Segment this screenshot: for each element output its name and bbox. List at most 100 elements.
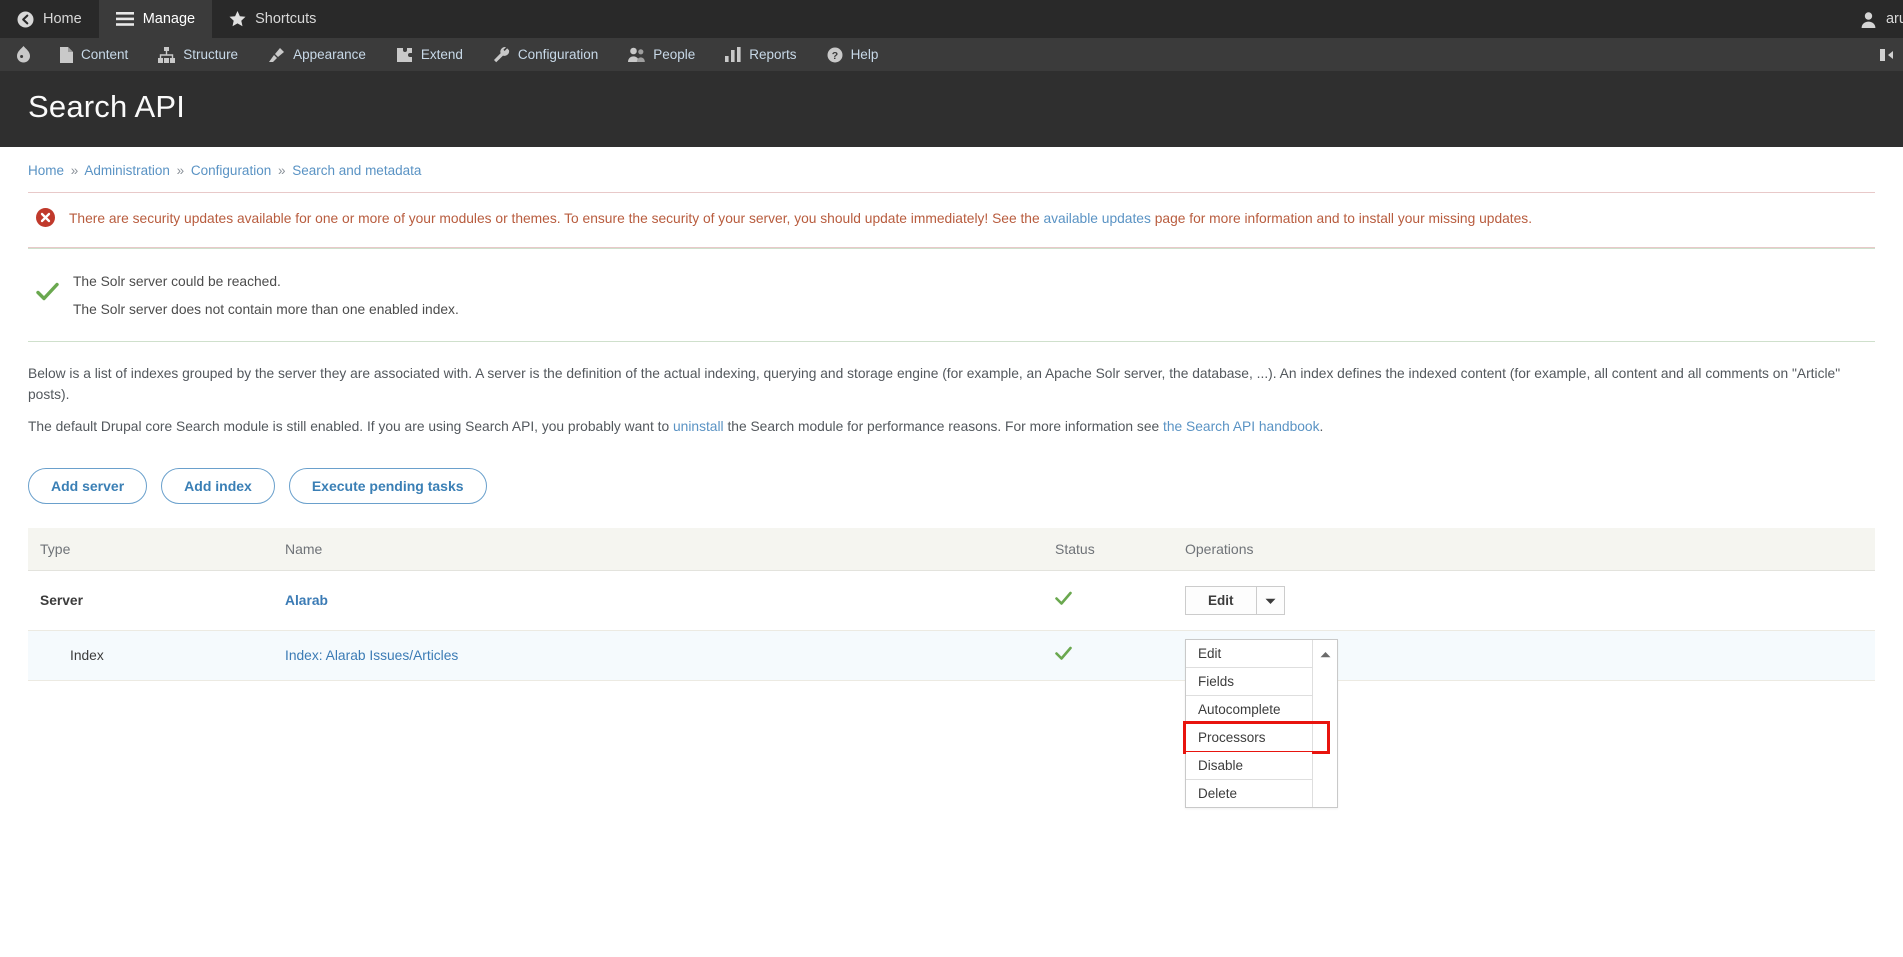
row-status-server: [1043, 570, 1173, 632]
row-name-server: Alarab: [273, 570, 1043, 632]
search-api-handbook-link[interactable]: the Search API handbook: [1163, 419, 1319, 434]
admin-toolbar: Home Manage Shortcuts arun: [0, 0, 1903, 38]
breadcrumb-separator: »: [70, 163, 79, 178]
breadcrumb-item-home[interactable]: Home: [28, 163, 64, 178]
row-operations-server: Edit: [1173, 570, 1875, 632]
server-name-link[interactable]: Alarab: [285, 593, 328, 608]
column-header-name: Name: [273, 528, 1043, 572]
security-updates-error-text: There are security updates available for…: [69, 207, 1532, 229]
menu-item-configuration[interactable]: Configuration: [478, 38, 613, 71]
menu-item-help[interactable]: ? Help: [812, 38, 894, 71]
solr-status-lines: The Solr server could be reached. The So…: [73, 267, 459, 323]
star-icon: [229, 11, 246, 27]
breadcrumb-item-administration[interactable]: Administration: [84, 163, 170, 178]
dropdown-item-processors[interactable]: Processors: [1183, 721, 1330, 755]
intro-p2-middle: the Search module for performance reason…: [723, 418, 1164, 434]
wrench-icon: [493, 46, 510, 63]
toolbar-user-label: arun: [1885, 11, 1903, 27]
breadcrumb-item-configuration[interactable]: Configuration: [191, 163, 271, 178]
dropdown-panel: Edit Fields Autocomplete Processors Disa…: [1183, 639, 1338, 809]
row-status-index: [1043, 630, 1173, 682]
toolbar-manage-button[interactable]: Manage: [98, 0, 213, 38]
page-title: Search API: [28, 89, 186, 124]
table-row: Index Index: Alarab Issues/Articles Edit: [28, 630, 1875, 809]
question-mark-icon: ?: [827, 47, 843, 63]
intro-paragraph-2: The default Drupal core Search module is…: [28, 415, 1875, 440]
solr-status-message: The Solr server could be reached. The So…: [28, 248, 1875, 343]
menu-item-reports[interactable]: Reports: [710, 38, 811, 71]
menu-item-appearance[interactable]: Appearance: [253, 38, 381, 71]
bar-chart-icon: [725, 47, 741, 62]
hamburger-menu-icon: [115, 12, 134, 26]
toolbar-user-button[interactable]: arun: [1860, 0, 1903, 38]
menu-item-structure[interactable]: Structure: [143, 38, 253, 71]
column-header-type: Type: [28, 528, 273, 572]
execute-pending-tasks-button[interactable]: Execute pending tasks: [288, 468, 487, 505]
table-header-row: Type Name Status Operations: [28, 528, 1875, 572]
breadcrumb-separator: »: [176, 163, 185, 178]
server-dropbutton-toggle[interactable]: [1255, 587, 1284, 615]
menu-item-content-label: Content: [81, 47, 129, 62]
menu-item-reports-label: Reports: [749, 47, 797, 62]
server-dropbutton: Edit: [1185, 586, 1285, 616]
svg-text:?: ?: [831, 50, 837, 62]
column-header-operations: Operations: [1173, 528, 1875, 572]
solr-status-line-2: The Solr server does not contain more th…: [73, 301, 459, 317]
paintbrush-icon: [268, 47, 285, 63]
drupal-logo-button[interactable]: [0, 38, 45, 71]
toolbar-home-button[interactable]: Home: [0, 0, 99, 38]
security-updates-error-message: There are security updates available for…: [28, 192, 1875, 249]
breadcrumb-item-search-and-metadata[interactable]: Search and metadata: [292, 163, 421, 178]
error-text-before: There are security updates available for…: [69, 211, 1044, 226]
table-row: Server Alarab Edit: [28, 570, 1875, 632]
row-type-server: Server: [28, 570, 273, 632]
dropdown-item-autocomplete[interactable]: Autocomplete: [1186, 696, 1312, 725]
intro-paragraph-1: Below is a list of indexes grouped by th…: [28, 366, 1841, 402]
dropdown-item-list: Edit Fields Autocomplete Processors Disa…: [1183, 640, 1330, 808]
menu-item-people[interactable]: People: [613, 38, 710, 71]
document-icon: [60, 46, 73, 63]
add-index-button[interactable]: Add index: [161, 468, 275, 505]
structure-icon: [158, 46, 176, 63]
breadcrumb-separator: »: [277, 163, 286, 178]
dropdown-item-edit[interactable]: Edit: [1186, 640, 1312, 669]
solr-status-line-1: The Solr server could be reached.: [73, 274, 281, 290]
index-operations-dropdown: Edit Fields Autocomplete Processors Disa…: [1183, 639, 1338, 809]
chevron-down-icon: [1265, 593, 1276, 608]
toolbar-shortcuts-button[interactable]: Shortcuts: [212, 0, 333, 38]
menu-item-extend-label: Extend: [420, 47, 463, 62]
available-updates-link[interactable]: available updates: [1043, 211, 1150, 226]
menu-item-content[interactable]: Content: [45, 38, 143, 71]
row-type-index: Index: [28, 630, 273, 682]
chevron-up-icon: [1320, 646, 1331, 661]
menu-item-extend[interactable]: Extend: [381, 38, 478, 71]
menu-item-help-label: Help: [850, 47, 879, 62]
dropdown-item-delete[interactable]: Delete: [1186, 780, 1312, 808]
toolbar-orientation-toggle[interactable]: [1879, 38, 1895, 71]
toolbar-home-label: Home: [43, 11, 82, 27]
check-icon: [1055, 645, 1072, 666]
uninstall-link[interactable]: uninstall: [673, 419, 724, 434]
menu-item-configuration-label: Configuration: [517, 47, 599, 62]
toolbar-shortcuts-label: Shortcuts: [255, 11, 317, 27]
main-content: Home » Administration » Configuration » …: [0, 147, 1903, 809]
search-api-table: Type Name Status Operations Server Alara…: [28, 528, 1875, 809]
people-icon: [628, 47, 646, 63]
home-back-icon: [17, 11, 34, 28]
menu-item-appearance-label: Appearance: [293, 47, 366, 62]
menu-item-structure-label: Structure: [183, 47, 239, 62]
menu-item-people-label: People: [653, 47, 696, 62]
column-header-status: Status: [1043, 528, 1173, 572]
index-name-link[interactable]: Index: Alarab Issues/Articles: [285, 648, 458, 663]
puzzle-icon: [396, 47, 413, 63]
add-server-button[interactable]: Add server: [28, 468, 148, 505]
dropdown-item-fields[interactable]: Fields: [1186, 668, 1312, 697]
intro-paragraphs: Below is a list of indexes grouped by th…: [28, 342, 1875, 447]
error-text-after: page for more information and to install…: [1150, 211, 1533, 226]
server-edit-button[interactable]: Edit: [1186, 587, 1256, 615]
check-icon: [1055, 590, 1072, 611]
error-icon: [36, 207, 55, 233]
dropdown-collapse-toggle[interactable]: [1312, 640, 1337, 808]
action-buttons: Add server Add index Execute pending tas…: [28, 447, 1875, 528]
dropdown-item-disable[interactable]: Disable: [1186, 752, 1312, 781]
